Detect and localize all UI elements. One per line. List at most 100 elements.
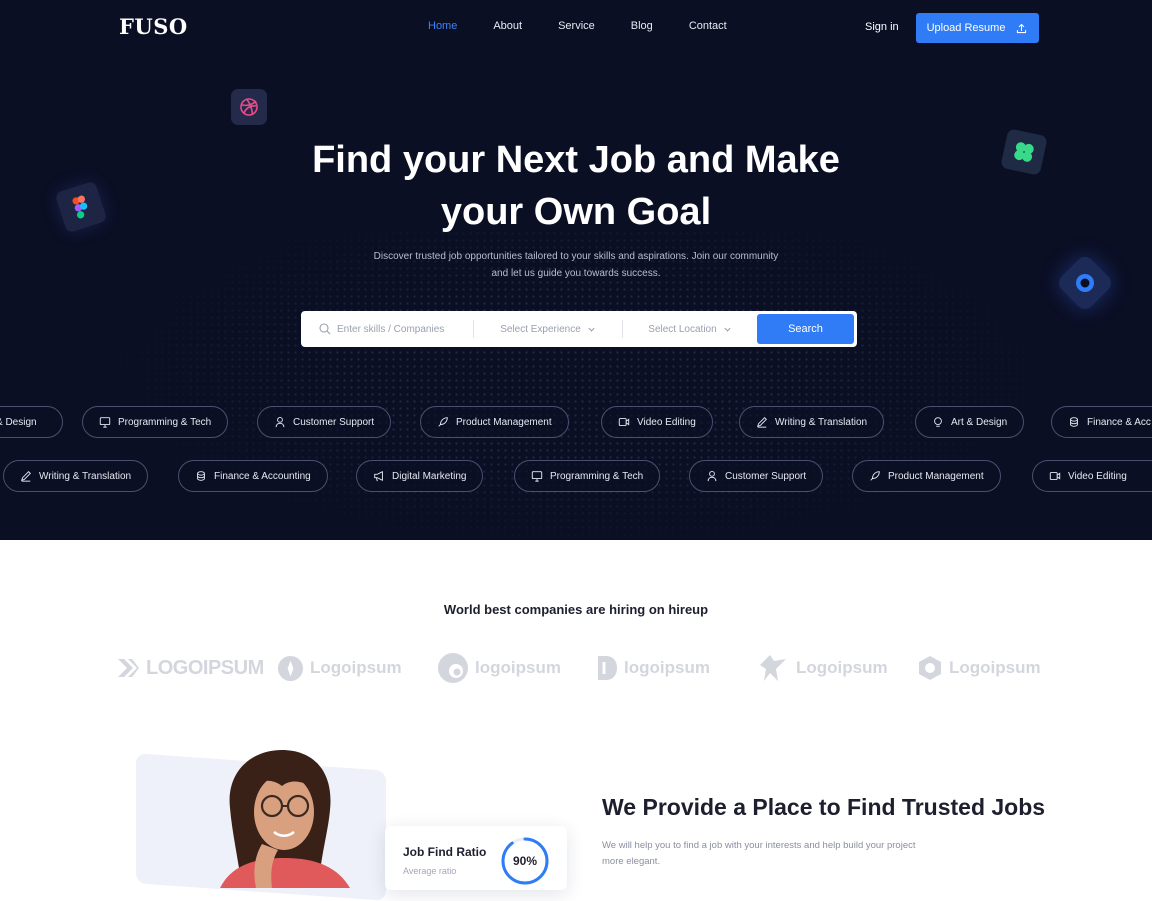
category-chips-row-2: Writing & Translation Finance & Accounti… [0, 460, 1152, 492]
user-icon [275, 416, 285, 428]
nav-link-about[interactable]: About [493, 20, 522, 32]
company-logo-text: logoipsum [624, 658, 710, 677]
category-chip-finance-accounting[interactable]: Finance & Acc [1051, 406, 1152, 438]
hero-subtext: Discover trusted job opportunities tailo… [0, 248, 1152, 282]
pen-icon [20, 471, 31, 482]
pen-icon [756, 417, 767, 428]
experience-select-label: Select Experience [500, 323, 581, 335]
experience-select[interactable]: Select Experience [474, 311, 622, 347]
category-chip-label: Product Management [456, 416, 552, 428]
company-logo: logoipsum [437, 650, 561, 686]
main-nav: Home About Service Blog Contact [428, 20, 763, 32]
logo-mark-icon [277, 655, 304, 681]
company-logo-text: Logoipsum [310, 658, 402, 677]
category-chip-programming-tech[interactable]: Programming & Tech [82, 406, 229, 438]
logo-mark-icon [598, 656, 617, 680]
company-logo-text: logoipsum [475, 658, 561, 677]
category-chips-row-1: & Design Programming & Tech Customer Sup… [0, 406, 1152, 438]
search-button[interactable]: Search [757, 314, 854, 344]
user-icon [707, 470, 717, 482]
company-logo-text: LOGOIPSUM [146, 656, 264, 679]
companies-title: World best companies are hiring on hireu… [443, 602, 709, 617]
job-find-ratio-card: Job Find Ratio Average ratio 90% [385, 826, 567, 890]
sign-in-link[interactable]: Sign in [865, 21, 899, 33]
coins-icon [197, 471, 205, 481]
headline-line-1: Find your Next Job and Make [312, 139, 840, 181]
feature-text: We will help you to find a job with your… [602, 838, 982, 870]
company-logo-text: Logoipsum [796, 658, 888, 677]
brand-logo[interactable]: FUSO [119, 14, 188, 39]
category-chip-label: Art & Design [951, 416, 1008, 428]
category-chip-writing-translation[interactable]: Writing & Translation [739, 406, 885, 438]
ratio-subtitle: Average ratio [403, 866, 457, 876]
upload-resume-label: Upload Resume [926, 22, 1006, 34]
category-chip-video-editing[interactable]: Video Editing [601, 406, 713, 438]
megaphone-icon [374, 470, 383, 482]
category-chip-label: Digital Marketing [392, 470, 467, 482]
category-chip-label: Writing & Translation [39, 470, 132, 482]
monitor-icon [99, 417, 111, 428]
nav-link-home[interactable]: Home [428, 20, 457, 32]
company-logo: Logoipsum [756, 650, 888, 686]
skills-search-field[interactable]: Enter skills / Companies [301, 311, 473, 347]
job-search-bar: Enter skills / Companies Select Experien… [301, 311, 857, 347]
company-logo: LOGOIPSUM [116, 650, 264, 686]
category-chip-product-management[interactable]: Product Management [852, 460, 1001, 492]
feature-text-line-1: We will help you to find a job with your… [602, 840, 916, 851]
skills-search-placeholder: Enter skills / Companies [337, 323, 445, 335]
rocket-icon [870, 471, 880, 481]
logo-mark-icon [919, 656, 941, 680]
category-chip-label: Programming & Tech [550, 470, 644, 482]
ratio-title: Job Find Ratio [403, 845, 487, 859]
person-photo [220, 750, 350, 888]
category-chip-label: Customer Support [293, 416, 375, 428]
dribbble-icon [231, 89, 267, 125]
category-chip-label: Video Editing [1068, 470, 1127, 482]
category-chip-label: Customer Support [725, 470, 807, 482]
logo-mark-icon [438, 653, 468, 683]
subtext-line-1: Discover trusted job opportunities tailo… [373, 251, 779, 262]
category-chip-label: Video Editing [637, 416, 696, 428]
logo-mark-icon [760, 655, 786, 681]
category-chip-digital-marketing[interactable]: Digital Marketing [356, 460, 484, 492]
chevron-down-icon [588, 327, 595, 332]
category-chip-programming-tech[interactable]: Programming & Tech [514, 460, 661, 492]
nav-link-contact[interactable]: Contact [689, 20, 727, 32]
location-select[interactable]: Select Location [623, 311, 757, 347]
category-chip-writing-translation[interactable]: Writing & Translation [3, 460, 149, 492]
category-chip-video-editing[interactable]: Video Editing [1032, 460, 1152, 492]
nav-link-blog[interactable]: Blog [631, 20, 653, 32]
category-chip-product-management[interactable]: Product Management [420, 406, 569, 438]
ratio-value: 90% [512, 854, 538, 868]
hero-section: FUSO Home About Service Blog Contact Sig… [0, 0, 1152, 540]
chevron-down-icon [724, 327, 731, 332]
logo-mark-icon [118, 659, 139, 677]
rocket-icon [438, 417, 448, 427]
feature-text-line-2: more elegant. [602, 856, 661, 867]
category-chip-label: Finance & Accounting [214, 470, 311, 482]
category-chip-label: Product Management [888, 470, 984, 482]
category-chip-customer-support[interactable]: Customer Support [257, 406, 392, 438]
category-chip-art-design[interactable]: & Design [0, 406, 63, 438]
coins-icon [1070, 417, 1078, 427]
video-icon [1049, 472, 1061, 480]
headline-line-2: your Own Goal [440, 191, 712, 233]
company-logo: Logoipsum [917, 650, 1041, 686]
search-icon [319, 323, 331, 335]
category-chip-customer-support[interactable]: Customer Support [689, 460, 824, 492]
feature-title: We Provide a Place to Find Trusted Jobs [602, 794, 1046, 820]
upload-resume-button[interactable]: Upload Resume [916, 13, 1039, 43]
category-chip-finance-accounting[interactable]: Finance & Accounting [178, 460, 328, 492]
subtext-line-2: and let us guide you towards success. [491, 268, 661, 279]
category-chip-label: Finance & Acc [1087, 416, 1151, 428]
lightbulb-icon [934, 417, 942, 427]
hero-headline: Find your Next Job and Make your Own Goa… [0, 134, 1152, 238]
company-logo-text: Logoipsum [949, 658, 1041, 677]
location-select-label: Select Location [648, 323, 717, 335]
category-chip-label: & Design [0, 416, 37, 428]
company-logo: logoipsum [596, 650, 710, 686]
company-logo: Logoipsum [277, 650, 402, 686]
category-chip-art-design[interactable]: Art & Design [915, 406, 1025, 438]
nav-link-service[interactable]: Service [558, 20, 595, 32]
upload-icon [1017, 23, 1027, 33]
